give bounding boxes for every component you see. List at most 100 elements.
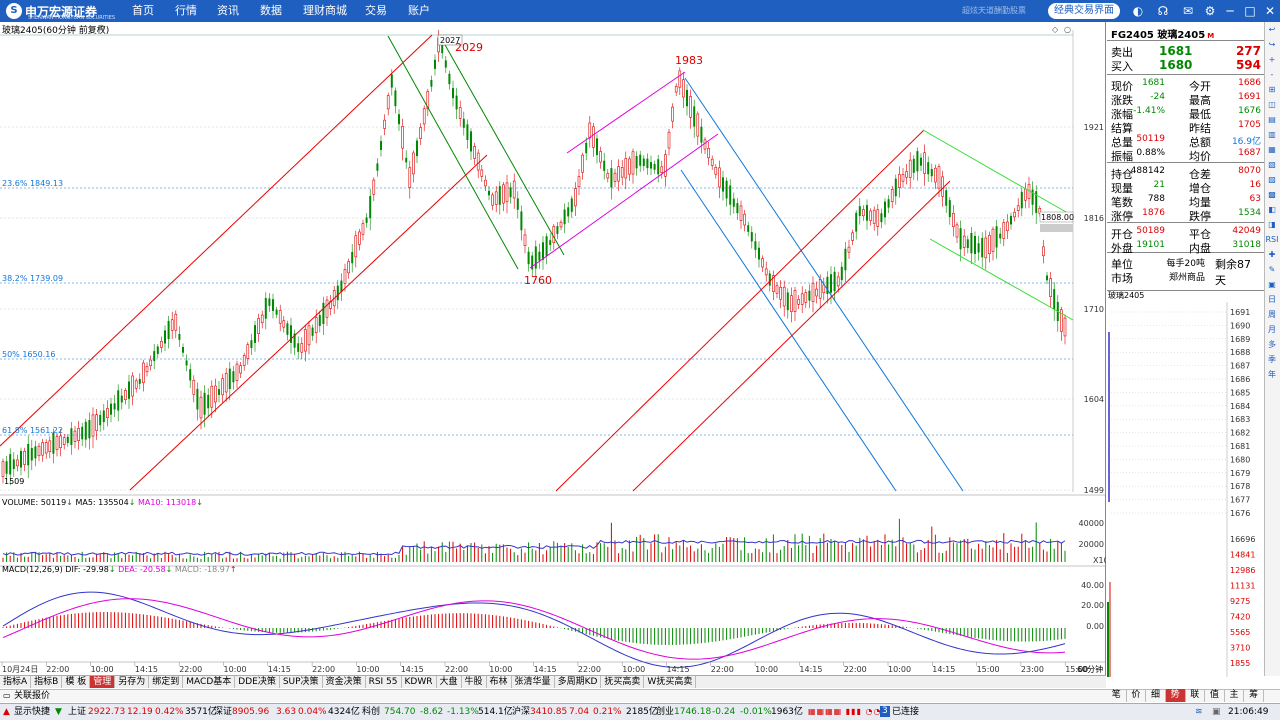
buy-row[interactable]: 买入 1680 594 bbox=[1111, 58, 1261, 73]
side-tool-1[interactable]: ↪ bbox=[1265, 38, 1279, 52]
candle-body bbox=[905, 171, 908, 178]
alert-icons[interactable]: ▦▦▦▦ ▮▮▮ ◔◔ bbox=[808, 704, 882, 720]
indicator-tab[interactable]: RSI 55 bbox=[366, 676, 402, 688]
cy-label[interactable]: 创业 bbox=[656, 704, 674, 720]
side-tool-15[interactable]: ✚ bbox=[1265, 248, 1279, 262]
right-tab[interactable]: 细 bbox=[1146, 689, 1166, 702]
theme-icon[interactable]: ◐ bbox=[1130, 3, 1146, 19]
network-icon[interactable]: ≋ bbox=[1195, 704, 1203, 720]
low-label-1760: 1760 bbox=[524, 274, 552, 287]
kc-label[interactable]: 科创 bbox=[362, 704, 380, 720]
right-tab[interactable]: 联 bbox=[1186, 689, 1206, 702]
indicator-tab[interactable]: 模 板 bbox=[62, 676, 91, 688]
indicator-tab[interactable]: KDWR bbox=[402, 676, 437, 688]
indicator-tab[interactable]: W抚买高卖 bbox=[644, 676, 697, 688]
diamond-icon[interactable]: ◇ bbox=[1052, 25, 1059, 34]
mini-vol-tick: 11131 bbox=[1230, 582, 1255, 591]
side-tool-6[interactable]: ▤ bbox=[1265, 113, 1279, 127]
nav-wealth-mall[interactable]: 理财商城 bbox=[303, 0, 347, 22]
linked-quote-icon[interactable]: ▭ bbox=[3, 691, 11, 700]
nav-data[interactable]: 数据 bbox=[260, 0, 282, 22]
nav-news[interactable]: 资讯 bbox=[217, 0, 239, 22]
right-tab[interactable]: 值 bbox=[1205, 689, 1225, 702]
chart-area[interactable]: 23.6% 1849.13 38.2% 1739.09 50% 1650.16 … bbox=[0, 22, 1109, 687]
nav-home[interactable]: 首页 bbox=[132, 0, 154, 22]
chart-title-close-icon[interactable]: ⊗ bbox=[98, 23, 105, 32]
quick-display[interactable]: 显示快捷 bbox=[14, 704, 50, 720]
side-tool-0[interactable]: ↩ bbox=[1265, 23, 1279, 37]
candle-body bbox=[480, 169, 484, 177]
indicator-tab[interactable]: 管理 bbox=[90, 676, 116, 688]
indicator-tab[interactable]: SUP决策 bbox=[280, 676, 323, 688]
side-tool-9[interactable]: ▧ bbox=[1265, 158, 1279, 172]
side-tool-12[interactable]: ◧ bbox=[1265, 203, 1279, 217]
side-tool-13[interactable]: ◨ bbox=[1265, 218, 1279, 232]
linked-quote-label[interactable]: 关联报价 bbox=[14, 690, 50, 702]
nav-trade[interactable]: 交易 bbox=[365, 0, 387, 22]
sell-row[interactable]: 卖出 1681 277 bbox=[1111, 44, 1261, 59]
side-tool-4[interactable]: ⊞ bbox=[1265, 83, 1279, 97]
headset-icon[interactable]: ☊ bbox=[1155, 3, 1171, 19]
chart-svg[interactable]: 23.6% 1849.13 38.2% 1739.09 50% 1650.16 … bbox=[0, 22, 1109, 687]
side-tool-5[interactable]: ◫ bbox=[1265, 98, 1279, 112]
side-tool-7[interactable]: ▥ bbox=[1265, 128, 1279, 142]
trend-lines[interactable] bbox=[0, 34, 1074, 492]
indicator-tab[interactable]: 抚买高卖 bbox=[601, 676, 645, 688]
indicator-tab[interactable]: MACD基本 bbox=[183, 676, 236, 688]
status-menu-icon[interactable]: ▲ bbox=[3, 704, 10, 720]
side-tool-18[interactable]: 日 bbox=[1265, 293, 1279, 307]
side-tool-23[interactable]: 年 bbox=[1265, 368, 1279, 382]
indicator-tab[interactable]: 牛股 bbox=[462, 676, 487, 688]
side-tool-10[interactable]: ▨ bbox=[1265, 173, 1279, 187]
sh-value: 2922.73 bbox=[88, 707, 126, 717]
side-tool-2[interactable]: + bbox=[1265, 53, 1279, 67]
sz-label[interactable]: 深证 bbox=[214, 704, 232, 720]
mini-axis-tick: 1682 bbox=[1230, 429, 1250, 438]
nav-quotes[interactable]: 行情 bbox=[175, 0, 197, 22]
indicator-tab[interactable]: 张清华量 bbox=[512, 676, 555, 688]
circle-icon[interactable]: ○ bbox=[1064, 25, 1071, 34]
quote-value: -1.41% bbox=[1133, 106, 1165, 116]
side-tool-22[interactable]: 季 bbox=[1265, 353, 1279, 367]
right-tab[interactable]: 势 bbox=[1165, 689, 1186, 702]
indicator-tab[interactable]: 另存为 bbox=[115, 676, 150, 688]
mail-icon[interactable]: ✉ bbox=[1180, 3, 1196, 19]
indicator-tab[interactable]: 绑定到 bbox=[149, 676, 184, 688]
classic-trade-button[interactable]: 经典交易界面 bbox=[1048, 3, 1120, 19]
indicator-tab[interactable]: 大盘 bbox=[437, 676, 462, 688]
indicator-tab[interactable]: 指标A bbox=[0, 676, 32, 688]
candle-body bbox=[106, 408, 109, 419]
candle-body bbox=[27, 443, 30, 466]
indicator-tab[interactable]: 指标B bbox=[31, 676, 63, 688]
close-icon[interactable]: ✕ bbox=[1262, 3, 1278, 19]
candle-body bbox=[736, 203, 739, 214]
gear-icon[interactable]: ⚙ bbox=[1202, 3, 1218, 19]
side-tool-17[interactable]: ▣ bbox=[1265, 278, 1279, 292]
candle-body bbox=[434, 59, 436, 69]
side-tool-3[interactable]: - bbox=[1265, 68, 1279, 82]
sh-label[interactable]: 上证 bbox=[68, 704, 86, 720]
top-bar: S 申万宏源证券 SHENWAN HONGYUAN SECURITIES 首页 … bbox=[0, 0, 1280, 22]
quote-value: 31018 bbox=[1232, 240, 1261, 250]
side-tool-8[interactable]: ▦ bbox=[1265, 143, 1279, 157]
side-tool-11[interactable]: ▩ bbox=[1265, 188, 1279, 202]
side-tool-16[interactable]: ✎ bbox=[1265, 263, 1279, 277]
side-tool-21[interactable]: 多 bbox=[1265, 338, 1279, 352]
hs-label[interactable]: 沪深 bbox=[512, 704, 530, 720]
maximize-icon[interactable]: □ bbox=[1242, 3, 1258, 19]
side-tool-20[interactable]: 月 bbox=[1265, 323, 1279, 337]
mini-axis-tick: 1679 bbox=[1230, 469, 1250, 478]
right-tab[interactable]: 筹 bbox=[1244, 689, 1264, 702]
side-tool-14[interactable]: RSI bbox=[1265, 233, 1279, 247]
lock-icon[interactable]: ▣ bbox=[1212, 704, 1221, 720]
right-tab[interactable]: 主 bbox=[1225, 689, 1245, 702]
indicator-tab[interactable]: 资金决策 bbox=[323, 676, 366, 688]
right-tab[interactable]: 价 bbox=[1127, 689, 1147, 702]
right-tab[interactable]: 笔 bbox=[1107, 689, 1127, 702]
side-tool-19[interactable]: 周 bbox=[1265, 308, 1279, 322]
minimize-icon[interactable]: ─ bbox=[1222, 3, 1238, 19]
indicator-tab[interactable]: DDE决策 bbox=[235, 676, 280, 688]
indicator-tab[interactable]: 多周期KD bbox=[555, 676, 602, 688]
indicator-tab[interactable]: 布林 bbox=[487, 676, 512, 688]
nav-account[interactable]: 账户 bbox=[408, 0, 430, 22]
